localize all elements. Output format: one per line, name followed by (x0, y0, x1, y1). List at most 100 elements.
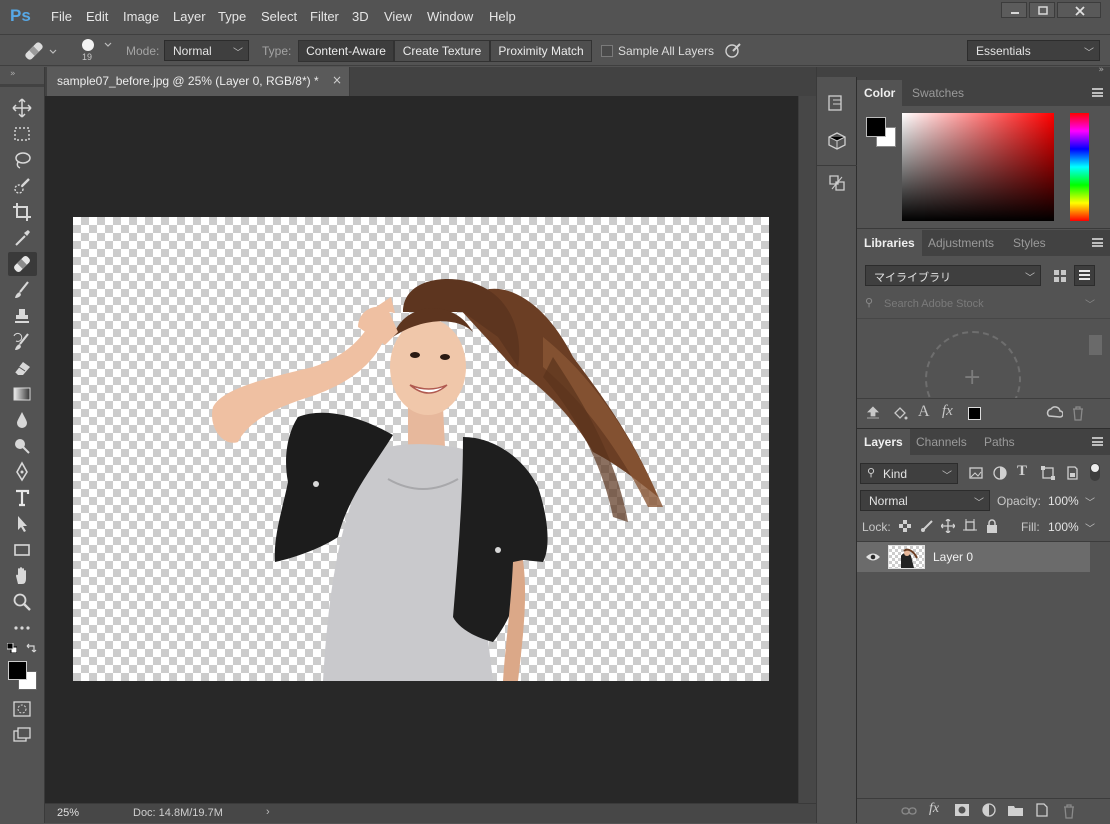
foreground-color-tool-swatch[interactable] (8, 661, 27, 680)
history-brush-tool[interactable] (8, 330, 37, 354)
move-tool[interactable] (8, 96, 37, 120)
lock-all-icon[interactable] (986, 519, 998, 533)
layer-filter-kind-dropdown[interactable]: ⚲ Kind ﹀ (860, 463, 958, 484)
sample-all-layers-checkbox[interactable] (601, 45, 613, 57)
library-dropdown[interactable]: マイライブラリ ﹀ (865, 265, 1041, 286)
link-layers-icon[interactable] (901, 805, 917, 817)
swap-colors-icon[interactable] (25, 642, 37, 654)
menu-file[interactable]: File (51, 9, 72, 24)
foreground-color-swatch[interactable] (866, 117, 886, 137)
list-view-button[interactable] (1074, 265, 1095, 286)
path-selection-tool[interactable] (8, 512, 37, 536)
rectangle-tool[interactable] (8, 538, 37, 562)
lasso-tool[interactable] (8, 148, 37, 172)
color-field[interactable] (902, 113, 1054, 221)
menu-type[interactable]: Type (218, 9, 246, 24)
panel-menu-icon[interactable] (1092, 238, 1103, 247)
dodge-tool[interactable] (8, 434, 37, 458)
layer-style-icon[interactable]: fx (942, 403, 953, 420)
tab-layers[interactable]: Layers (857, 429, 910, 455)
eraser-tool[interactable] (8, 356, 37, 380)
paint-bucket-icon[interactable] (892, 405, 908, 421)
tab-libraries[interactable]: Libraries (857, 230, 922, 256)
hand-tool[interactable] (8, 564, 37, 588)
panel-menu-icon[interactable] (1092, 437, 1103, 446)
default-colors-icon[interactable] (7, 643, 17, 653)
eye-icon[interactable] (865, 551, 881, 563)
filter-toggle[interactable] (1090, 463, 1100, 481)
close-tab-icon[interactable]: × (332, 73, 342, 87)
marquee-tool[interactable] (8, 122, 37, 146)
create-texture-button[interactable]: Create Texture (394, 40, 490, 62)
tab-adjustments[interactable]: Adjustments (921, 230, 1001, 256)
zoom-level[interactable]: 25% (57, 807, 79, 819)
spot-healing-brush-tool[interactable] (8, 252, 37, 276)
quick-selection-tool[interactable] (8, 174, 37, 198)
type-tool[interactable] (8, 486, 37, 510)
new-layer-icon[interactable] (1035, 803, 1049, 817)
filter-smart-object-icon[interactable] (1065, 466, 1079, 480)
eyedropper-tool[interactable] (8, 226, 37, 250)
layer-name[interactable]: Layer 0 (933, 550, 973, 564)
blend-mode-dropdown[interactable]: Normal ﹀ (860, 490, 990, 511)
tool-preset-picker[interactable] (23, 40, 59, 62)
new-group-icon[interactable] (1008, 804, 1023, 816)
menu-view[interactable]: View (384, 9, 412, 24)
filter-adjustment-icon[interactable] (993, 466, 1007, 480)
creative-cloud-icon[interactable] (1045, 405, 1063, 421)
collapse-toolbar-icon[interactable]: » (10, 69, 16, 79)
tab-color[interactable]: Color (857, 80, 903, 106)
hue-slider[interactable] (1070, 113, 1089, 221)
add-mask-icon[interactable] (955, 804, 969, 816)
collapse-panels-icon[interactable]: » (1098, 65, 1104, 75)
zoom-tool[interactable] (8, 590, 37, 614)
menu-select[interactable]: Select (261, 9, 297, 24)
tab-styles[interactable]: Styles (1006, 230, 1053, 256)
document-tab[interactable]: sample07_before.jpg @ 25% (Layer 0, RGB/… (47, 67, 350, 96)
workspace-dropdown[interactable]: Essentials ﹀ (967, 40, 1100, 61)
menu-filter[interactable]: Filter (310, 9, 339, 24)
paragraph-styles-icon[interactable] (827, 173, 847, 193)
trash-icon[interactable] (1071, 405, 1085, 421)
menu-window[interactable]: Window (427, 9, 473, 24)
menu-layer[interactable]: Layer (173, 9, 206, 24)
clone-stamp-tool[interactable] (8, 304, 37, 328)
brush-tool[interactable] (8, 278, 37, 302)
filter-pixel-icon[interactable] (969, 466, 983, 480)
stock-search-field[interactable]: ⚲ Search Adobe Stock ﹀ (857, 294, 1102, 314)
vertical-scrollbar[interactable] (798, 96, 816, 803)
lock-position-icon[interactable] (941, 519, 955, 533)
more-tools[interactable] (8, 616, 37, 640)
add-layer-style-icon[interactable]: fx (929, 801, 939, 817)
quick-mask-icon[interactable] (13, 701, 31, 717)
fill-field[interactable]: 100% ﹀ (1044, 516, 1101, 537)
lock-artboard-icon[interactable] (963, 519, 977, 533)
text-style-icon[interactable]: A (918, 403, 930, 421)
minimize-button[interactable] (1001, 2, 1027, 18)
menu-3d[interactable]: 3D (352, 9, 369, 24)
panel-menu-icon[interactable] (1092, 88, 1103, 97)
status-menu-arrow-icon[interactable]: › (266, 806, 270, 818)
mode-dropdown[interactable]: Normal ﹀ (164, 40, 249, 61)
opacity-field[interactable]: 100% ﹀ (1044, 490, 1101, 511)
filter-shape-icon[interactable] (1041, 466, 1055, 480)
document-canvas[interactable] (73, 217, 769, 681)
history-panel-icon[interactable] (827, 93, 847, 113)
blur-tool[interactable] (8, 408, 37, 432)
grid-view-button[interactable] (1049, 265, 1070, 286)
content-aware-button[interactable]: Content-Aware (298, 40, 394, 62)
color-swatch-icon[interactable] (968, 407, 981, 420)
screen-mode-icon[interactable] (13, 727, 31, 743)
close-window-button[interactable] (1057, 2, 1101, 18)
libraries-scrollbar-thumb[interactable] (1089, 335, 1102, 355)
menu-help[interactable]: Help (489, 9, 516, 24)
3d-panel-icon[interactable] (827, 131, 847, 151)
layer-row[interactable]: Layer 0 (857, 542, 1090, 572)
lock-transparent-pixels-icon[interactable] (899, 520, 911, 532)
pressure-size-button[interactable] (724, 42, 742, 60)
crop-tool[interactable] (8, 200, 37, 224)
proximity-match-button[interactable]: Proximity Match (490, 40, 592, 62)
tab-channels[interactable]: Channels (909, 429, 974, 455)
tab-paths[interactable]: Paths (977, 429, 1022, 455)
lock-image-pixels-icon[interactable] (920, 519, 934, 533)
